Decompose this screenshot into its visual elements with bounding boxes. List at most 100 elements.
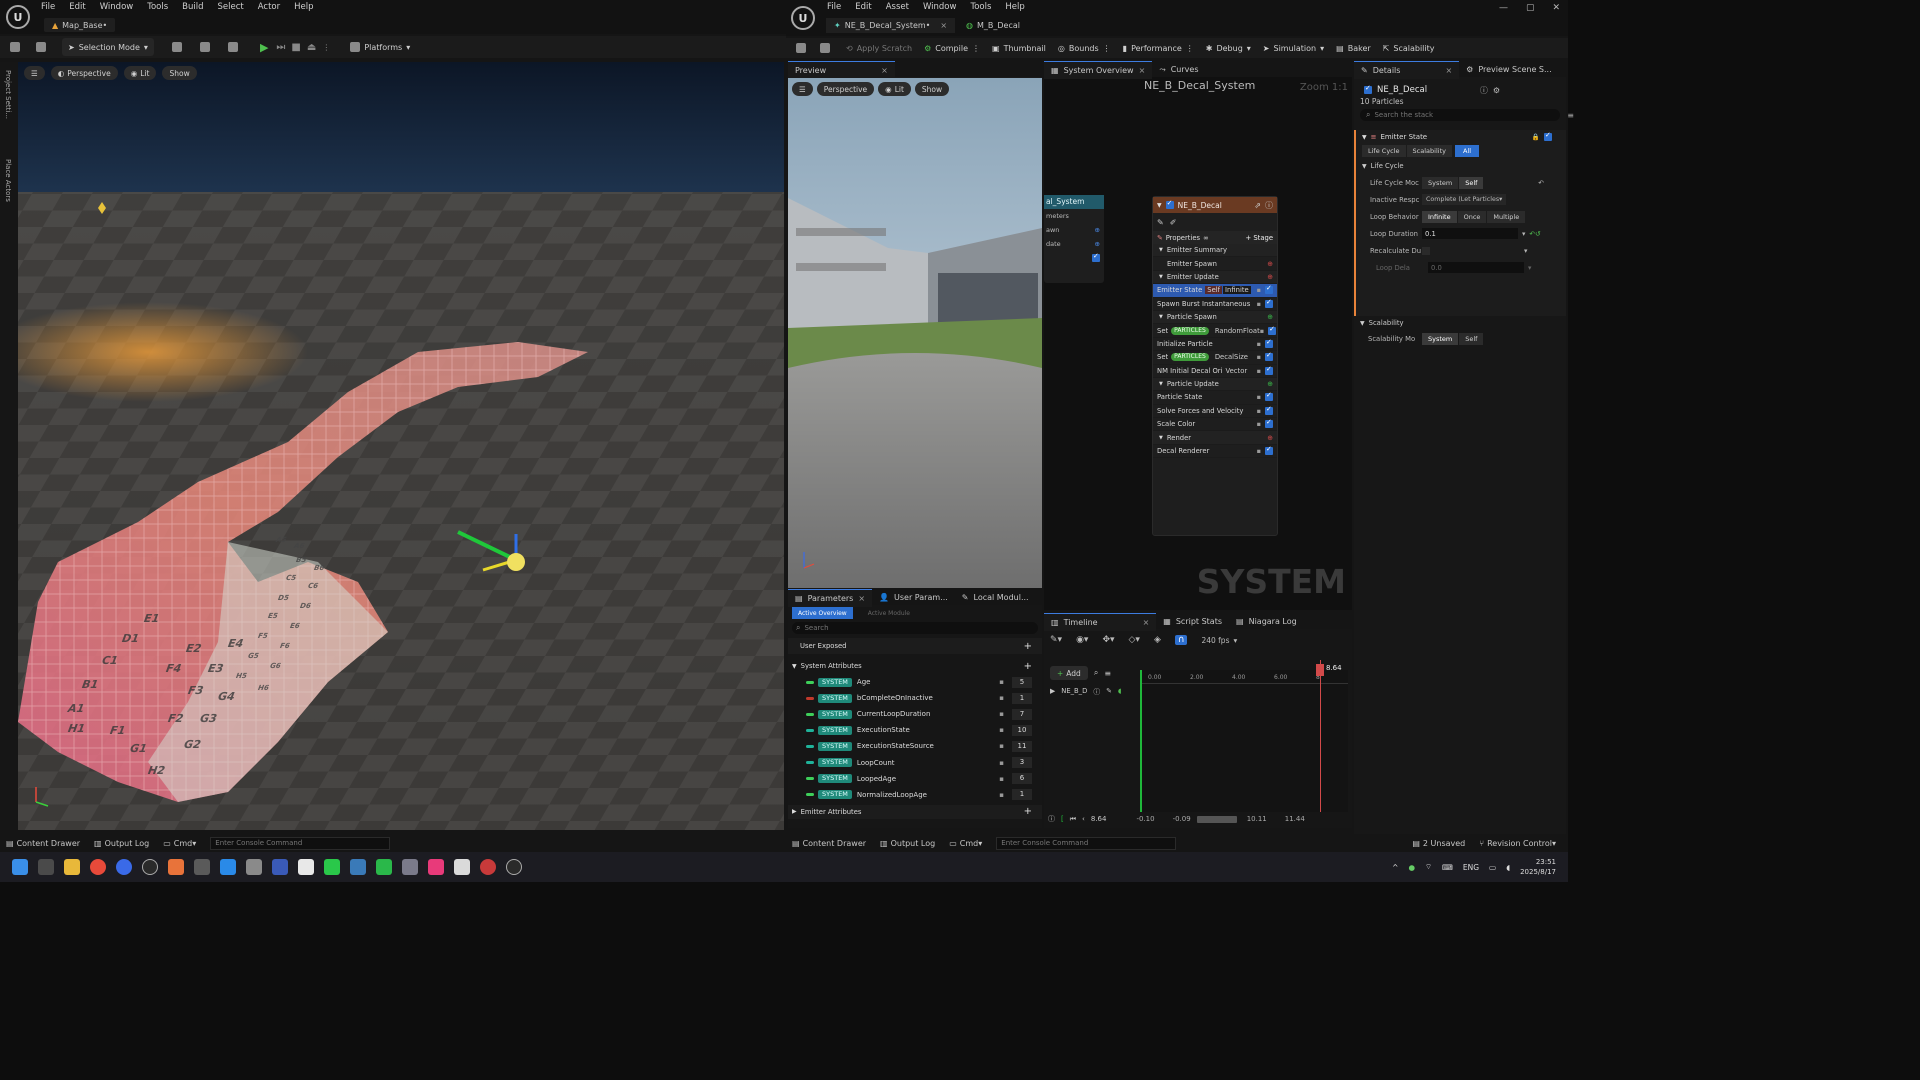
bracket-icon[interactable]: [ (1061, 815, 1064, 823)
menu-item[interactable]: Help (294, 2, 313, 12)
open-icon[interactable]: ⇗ (1254, 201, 1261, 210)
content-drawer-button[interactable]: ▤ Content Drawer (6, 839, 80, 848)
lit-button[interactable]: ◉ Lit (123, 66, 157, 80)
more-options-icon[interactable]: ⋮ (322, 43, 330, 52)
enabled-checkbox[interactable] (1265, 284, 1273, 295)
system-node-row[interactable] (1044, 251, 1104, 265)
tab-preview-scene[interactable]: ⚙ Preview Scene S... (1459, 61, 1559, 79)
show-button[interactable]: Show (162, 66, 197, 80)
add-icon[interactable]: + (1024, 641, 1032, 652)
tab-local-modules[interactable]: ✎ Local Modul... (955, 589, 1036, 607)
tab-niagara-log[interactable]: ▤ Niagara Log (1229, 613, 1304, 631)
pin-icon[interactable]: ✎ (1157, 218, 1164, 227)
add-circle-icon[interactable]: ⊕ (1267, 273, 1273, 281)
content-drawer-button[interactable]: ▤ Content Drawer (792, 839, 866, 848)
menu-item[interactable]: Actor (258, 2, 280, 12)
thumbnail-button[interactable]: ▣ Thumbnail (986, 39, 1052, 57)
close-icon[interactable]: × (858, 594, 865, 603)
emitter-stack-row[interactable]: ▼ Render ⊕ (1153, 431, 1277, 445)
browser-icon[interactable] (116, 859, 132, 875)
option-button[interactable]: Self (1459, 176, 1484, 189)
app-icon[interactable] (376, 859, 392, 875)
minimize-icon[interactable]: — (1499, 3, 1508, 13)
bounds-button[interactable]: ◎ Bounds ⋮ (1052, 39, 1117, 57)
emitter-stack-row[interactable]: Spawn Burst Instantaneous ▪ (1153, 298, 1277, 311)
clock[interactable]: 23:51 2025/8/17 (1520, 857, 1556, 877)
output-log-button[interactable]: ▥ Output Log (94, 839, 149, 848)
tab-m-b-decal[interactable]: ◍ M_B_Decal (958, 18, 1028, 33)
preview-lit-button[interactable]: ◉ Lit (878, 82, 911, 96)
attribute-value[interactable]: 3 (1012, 757, 1032, 769)
attribute-value[interactable]: 10 (1012, 724, 1032, 736)
emitter-stack-row[interactable]: ▼ Emitter Update ⊕ (1153, 270, 1277, 285)
viewport-menu-button[interactable]: ☰ (24, 66, 45, 80)
tab-ne-b-decal-system[interactable]: ✦ NE_B_Decal_System• × (826, 18, 956, 33)
range-end[interactable]: 11.44 (1285, 815, 1305, 823)
attribute-value[interactable]: 6 (1012, 773, 1032, 785)
keyframe-icon[interactable]: ◇▾ (1129, 635, 1140, 645)
emitter-stack-row[interactable]: Solve Forces and Velocity ▪ (1153, 405, 1277, 419)
step-back-icon[interactable]: ‹ (1082, 815, 1085, 823)
network-icon[interactable]: ⌔ (1425, 862, 1432, 872)
close-icon[interactable]: × (940, 21, 947, 30)
tray-chevron-icon[interactable]: ^ (1392, 863, 1398, 872)
filter-icon[interactable]: ≡ (1567, 111, 1574, 120)
level-viewport[interactable]: A5 A6 B5 B6 C5 C6 D5 D6 E5 E6 F5 F6 G5 G6 H5 H6 A1 B1 C1 D1… (18, 62, 784, 830)
emitter-stack-row[interactable]: Emitter Spawn ⊕ (1153, 257, 1277, 271)
menu-item[interactable]: Edit (855, 2, 871, 12)
inactive-response-dropdown[interactable]: Complete (Let Particles ▾ (1422, 194, 1507, 205)
debug-button[interactable]: ✱ Debug ▾ (1200, 39, 1257, 57)
add-icon[interactable]: + (1024, 806, 1032, 817)
display-icon[interactable]: ▭ (1489, 863, 1496, 872)
unreal-logo-icon[interactable]: U (6, 5, 30, 29)
tab-timeline[interactable]: ▥ Timeline × (1044, 612, 1157, 631)
cmd-dropdown[interactable]: ▭ Cmd ▾ (949, 839, 982, 848)
play-icon[interactable]: ▶ (260, 41, 268, 54)
filter-life-cycle[interactable]: Life Cycle (1362, 145, 1406, 157)
app-icon[interactable] (194, 859, 210, 875)
preview-show-button[interactable]: Show (914, 82, 950, 96)
option-button[interactable]: Infinite (1422, 210, 1457, 223)
menu-item[interactable]: Window (100, 2, 134, 12)
start-marker[interactable] (1140, 670, 1142, 812)
blueprint-icon[interactable] (199, 42, 210, 52)
unreal-icon[interactable] (506, 859, 522, 875)
close-window-icon[interactable]: ✕ (1552, 3, 1560, 13)
key-tool-icon[interactable]: ✎▾ (1050, 635, 1062, 645)
info-icon[interactable]: ⓘ (1093, 686, 1100, 696)
auto-key-icon[interactable]: ◈ (1154, 635, 1161, 645)
browse-icon[interactable] (820, 43, 830, 53)
recalculate-checkbox[interactable] (1422, 246, 1430, 255)
view-end[interactable]: 10.11 (1247, 815, 1267, 823)
emitter-stack-row[interactable]: Emitter State Self Infinite ▪ (1153, 284, 1277, 298)
emitter-enabled-checkbox[interactable] (1364, 84, 1372, 94)
add-actor-icon[interactable] (171, 42, 182, 52)
info-icon[interactable]: ⓘ (1265, 200, 1273, 211)
unreal-logo-icon[interactable]: U (791, 6, 815, 30)
add-circle-icon[interactable]: ⊕ (1267, 260, 1273, 268)
emitter-node[interactable]: ▼ NE_B_Decal ⇗ ⓘ ✎✐ ✎Properties∞ + Stage… (1152, 196, 1278, 536)
app-icon[interactable] (168, 859, 184, 875)
view-start[interactable]: -0.09 (1173, 815, 1191, 823)
add-circle-icon[interactable]: ⊕ (1267, 434, 1273, 442)
file-explorer-icon[interactable] (64, 859, 80, 875)
language-indicator[interactable]: ENG (1463, 863, 1479, 872)
properties-row[interactable]: ✎ Properties ∞ + Stage (1153, 231, 1277, 244)
range-start[interactable]: -0.10 (1136, 815, 1154, 823)
reset-icon[interactable]: ↶↺ (1529, 230, 1540, 238)
steam-icon[interactable] (350, 859, 366, 875)
add-circle-icon[interactable]: ⊕ (1267, 380, 1273, 388)
system-attribute-row[interactable]: SYSTEM NormalizedLoopAge ▪ 1 (788, 787, 1042, 803)
menu-item[interactable]: Help (1005, 2, 1024, 12)
settings-icon[interactable]: ⚙ (1493, 86, 1500, 95)
preview-menu-button[interactable]: ☰ (792, 82, 813, 96)
console-input[interactable] (210, 836, 391, 850)
chevron-down-icon[interactable]: ▾ (1522, 230, 1525, 238)
preview-viewport[interactable]: ☰ Perspective ◉ Lit Show (788, 78, 1042, 588)
add-circle-icon[interactable]: ⊕ (1095, 226, 1100, 234)
baker-button[interactable]: ▤ Baker (1330, 39, 1377, 57)
more-options-icon[interactable]: ⋮ (1103, 44, 1111, 53)
step-icon[interactable]: ⏭ (276, 42, 285, 53)
menu-item[interactable]: Tools (147, 2, 168, 12)
system-attribute-row[interactable]: SYSTEM Age ▪ 5 (788, 674, 1042, 690)
